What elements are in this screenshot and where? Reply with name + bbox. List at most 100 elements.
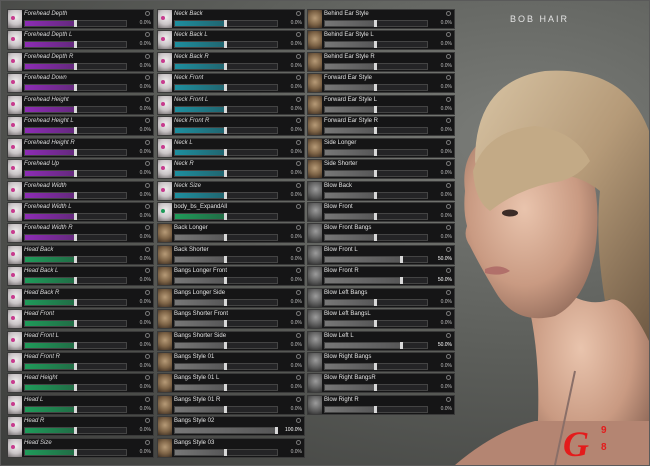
- slider-track[interactable]: [324, 255, 428, 263]
- slider-handle[interactable]: [374, 62, 377, 70]
- morph-slider-side-shorter[interactable]: Side Shorter 0.0%: [307, 159, 455, 180]
- slider-track[interactable]: [174, 298, 278, 306]
- morph-slider-forward-ear-style-r[interactable]: Forward Ear Style R 0.0%: [307, 116, 455, 137]
- options-dot-icon[interactable]: [145, 439, 150, 445]
- options-dot-icon[interactable]: [446, 396, 451, 402]
- options-dot-icon[interactable]: [145, 418, 150, 424]
- options-dot-icon[interactable]: [446, 289, 451, 295]
- slider-track[interactable]: [24, 363, 127, 370]
- options-dot-icon[interactable]: [296, 161, 301, 167]
- options-dot-icon[interactable]: [446, 75, 451, 81]
- slider-track[interactable]: [24, 20, 127, 27]
- morph-slider-head-back-r[interactable]: Head Back R 0.0%: [7, 287, 154, 308]
- options-dot-icon[interactable]: [296, 96, 301, 102]
- morph-slider-neck-front-l[interactable]: Neck Front L 0.0%: [157, 94, 305, 115]
- slider-handle[interactable]: [73, 363, 77, 370]
- slider-track[interactable]: [174, 448, 278, 456]
- morph-slider-body-bs-expandall[interactable]: body_bs_ExpandAll: [157, 201, 305, 222]
- morph-slider-forehead-width[interactable]: Forehead Width 0.0%: [7, 180, 154, 201]
- morph-slider-behind-ear-style-l[interactable]: Behind Ear Style L 0.0%: [307, 30, 455, 51]
- slider-track[interactable]: [24, 234, 127, 242]
- morph-slider-forehead-depth-l[interactable]: Forehead Depth L 0.0%: [7, 30, 154, 51]
- slider-track[interactable]: [324, 320, 428, 328]
- slider-track[interactable]: [324, 277, 428, 285]
- slider-track[interactable]: [174, 20, 278, 27]
- slider-track[interactable]: [24, 148, 127, 156]
- slider-handle[interactable]: [73, 320, 77, 328]
- slider-handle[interactable]: [73, 191, 77, 199]
- options-dot-icon[interactable]: [296, 203, 301, 209]
- morph-slider-back-shorter[interactable]: Back Shorter 0.0%: [157, 244, 305, 265]
- options-dot-icon[interactable]: [446, 246, 451, 252]
- morph-slider-head-size[interactable]: Head Size 0.0%: [7, 437, 154, 458]
- slider-handle[interactable]: [399, 277, 403, 285]
- morph-slider-head-front[interactable]: Head Front 0.0%: [7, 309, 154, 330]
- slider-track[interactable]: [324, 234, 428, 242]
- options-dot-icon[interactable]: [296, 375, 301, 381]
- morph-slider-forehead-width-r[interactable]: Forehead Width R 0.0%: [7, 223, 154, 244]
- morph-slider-blow-right-bangsr[interactable]: Blow Right BangsR 0.0%: [307, 373, 455, 394]
- slider-track[interactable]: [324, 341, 428, 349]
- options-dot-icon[interactable]: [296, 182, 301, 188]
- slider-handle[interactable]: [374, 84, 377, 92]
- options-dot-icon[interactable]: [145, 161, 150, 167]
- slider-handle[interactable]: [374, 363, 377, 370]
- slider-track[interactable]: [24, 127, 127, 135]
- slider-handle[interactable]: [224, 341, 227, 349]
- slider-handle[interactable]: [374, 148, 377, 156]
- options-dot-icon[interactable]: [296, 289, 301, 295]
- options-dot-icon[interactable]: [145, 375, 150, 381]
- morph-slider-forehead-up[interactable]: Forehead Up 0.0%: [7, 159, 154, 180]
- slider-track[interactable]: [174, 363, 278, 370]
- slider-track[interactable]: [174, 105, 278, 113]
- options-dot-icon[interactable]: [296, 118, 301, 124]
- slider-handle[interactable]: [224, 84, 227, 92]
- slider-track[interactable]: [174, 212, 278, 220]
- slider-handle[interactable]: [224, 212, 227, 220]
- options-dot-icon[interactable]: [446, 332, 451, 338]
- options-dot-icon[interactable]: [296, 246, 301, 252]
- slider-handle[interactable]: [224, 298, 227, 306]
- slider-handle[interactable]: [73, 41, 77, 49]
- options-dot-icon[interactable]: [145, 311, 150, 317]
- slider-track[interactable]: [174, 320, 278, 328]
- morph-slider-forward-ear-style[interactable]: Forward Ear Style 0.0%: [307, 73, 455, 94]
- options-dot-icon[interactable]: [446, 268, 451, 274]
- morph-slider-head-l[interactable]: Head L 0.0%: [7, 394, 154, 415]
- slider-track[interactable]: [324, 405, 428, 413]
- slider-handle[interactable]: [374, 212, 377, 220]
- morph-slider-head-front-r[interactable]: Head Front R 0.0%: [7, 352, 154, 372]
- options-dot-icon[interactable]: [446, 96, 451, 102]
- slider-handle[interactable]: [224, 62, 227, 70]
- morph-slider-blow-left-bangsl[interactable]: Blow Left BangsL 0.0%: [307, 309, 455, 330]
- options-dot-icon[interactable]: [446, 32, 451, 38]
- slider-handle[interactable]: [224, 363, 227, 370]
- options-dot-icon[interactable]: [145, 396, 150, 402]
- slider-handle[interactable]: [73, 277, 77, 285]
- options-dot-icon[interactable]: [145, 139, 150, 145]
- morph-slider-blow-left-l[interactable]: Blow Left L 50.0%: [307, 330, 455, 351]
- morph-slider-bangs-style-02[interactable]: Bangs Style 02 100.0%: [157, 416, 305, 437]
- options-dot-icon[interactable]: [296, 53, 301, 59]
- slider-track[interactable]: [174, 405, 278, 413]
- morph-slider-bangs-shorter-front[interactable]: Bangs Shorter Front 0.0%: [157, 309, 305, 330]
- slider-track[interactable]: [174, 234, 278, 242]
- slider-track[interactable]: [174, 384, 278, 392]
- morph-slider-head-height[interactable]: Head Height 0.0%: [7, 373, 154, 394]
- morph-slider-forehead-width-l[interactable]: Forehead Width L 0.0%: [7, 201, 154, 222]
- slider-handle[interactable]: [224, 105, 227, 113]
- options-dot-icon[interactable]: [446, 375, 451, 381]
- morph-slider-blow-back[interactable]: Blow Back 0.0%: [307, 180, 455, 201]
- slider-handle[interactable]: [374, 127, 377, 135]
- slider-handle[interactable]: [399, 255, 403, 263]
- options-dot-icon[interactable]: [145, 118, 150, 124]
- morph-slider-bangs-shorter-side[interactable]: Bangs Shorter Side 0.0%: [157, 330, 305, 351]
- slider-handle[interactable]: [73, 148, 77, 156]
- options-dot-icon[interactable]: [145, 354, 150, 359]
- slider-handle[interactable]: [374, 234, 377, 242]
- morph-slider-forehead-height-l[interactable]: Forehead Height L 0.0%: [7, 116, 154, 137]
- slider-handle[interactable]: [399, 341, 403, 349]
- options-dot-icon[interactable]: [296, 139, 301, 145]
- slider-handle[interactable]: [224, 384, 227, 392]
- slider-track[interactable]: [24, 212, 127, 220]
